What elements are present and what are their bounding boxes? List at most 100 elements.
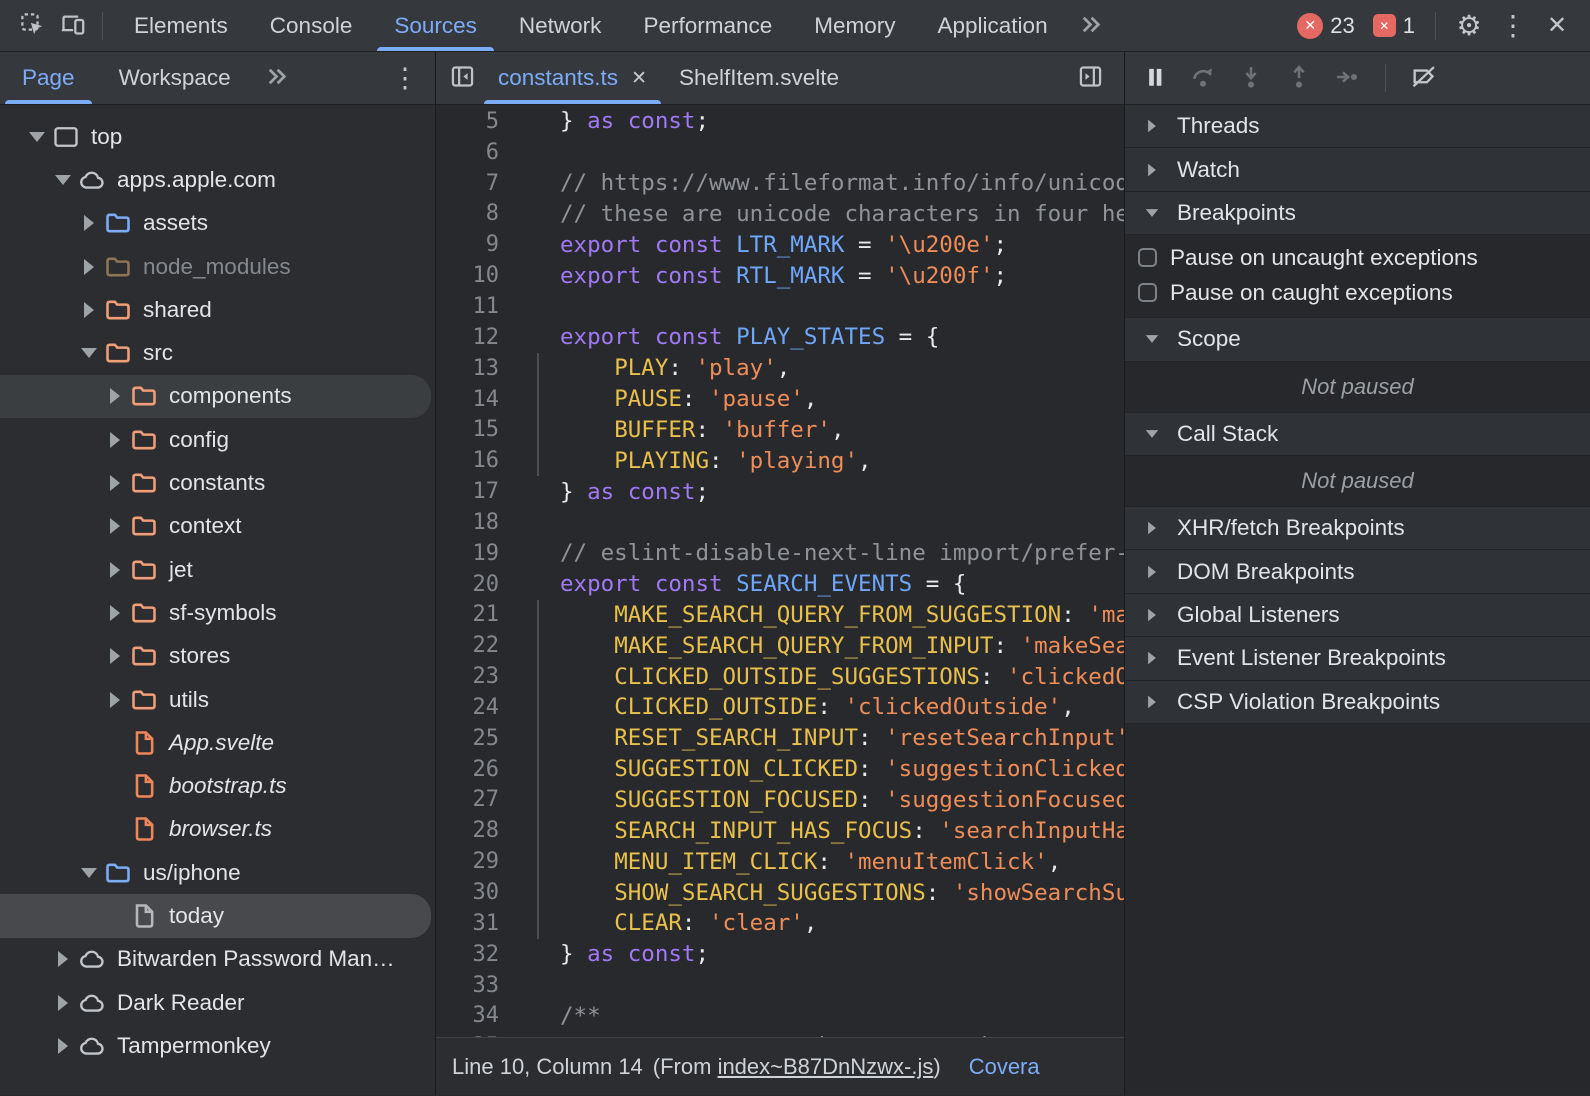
code-line-10[interactable]: 10export const RTL_MARK = '\u200f'; <box>436 260 1124 291</box>
tree-item-tampermonkey[interactable]: Tampermonkey <box>0 1024 431 1067</box>
tree-item-shared[interactable]: shared <box>0 288 431 331</box>
code-line-6[interactable]: 6 <box>436 137 1124 168</box>
line-number[interactable]: 5 <box>436 109 514 134</box>
line-number[interactable]: 13 <box>436 356 514 381</box>
disclosure-triangle[interactable] <box>76 254 102 280</box>
disclosure-triangle[interactable] <box>76 860 102 886</box>
disclosure-triangle[interactable] <box>102 600 128 626</box>
debugger-section-csp-violation-breakpoints[interactable]: CSP Violation Breakpoints <box>1125 681 1590 724</box>
debugger-section-watch[interactable]: Watch <box>1125 148 1590 191</box>
editor-tab-constants-ts[interactable]: constants.ts✕ <box>482 52 663 104</box>
panel-tab-sources[interactable]: Sources <box>373 0 498 51</box>
more-navigator-tabs-button[interactable] <box>257 58 297 98</box>
disclosure-triangle[interactable] <box>102 383 128 409</box>
disclosure-triangle[interactable] <box>50 946 76 972</box>
coverage-link[interactable]: Covera <box>969 1054 1040 1080</box>
disclosure-triangle[interactable] <box>1142 648 1162 668</box>
disclosure-triangle[interactable] <box>1142 329 1162 349</box>
disclosure-triangle[interactable] <box>102 687 128 713</box>
panel-tab-performance[interactable]: Performance <box>622 0 793 51</box>
code-line-7[interactable]: 7// https://www.fileformat.info/info/uni… <box>436 168 1124 199</box>
step-over-button[interactable] <box>1183 58 1223 98</box>
source-map-link[interactable]: index~B87DnNzwx-.js <box>718 1054 934 1079</box>
code-line-5[interactable]: 5} as const; <box>436 106 1124 137</box>
line-number[interactable]: 16 <box>436 448 514 473</box>
close-devtools-button[interactable]: ✕ <box>1536 6 1578 46</box>
debugger-section-call-stack[interactable]: Call Stack <box>1125 413 1590 456</box>
tree-item-context[interactable]: context <box>0 505 431 548</box>
code-line-25[interactable]: 25 RESET_SEARCH_INPUT: 'resetSearchInput… <box>436 723 1124 754</box>
disclosure-triangle[interactable] <box>50 1033 76 1059</box>
line-number[interactable]: 17 <box>436 479 514 504</box>
line-number[interactable]: 27 <box>436 787 514 812</box>
disclosure-triangle[interactable] <box>1142 424 1162 444</box>
code-line-23[interactable]: 23 CLICKED_OUTSIDE_SUGGESTIONS: 'clicked… <box>436 661 1124 692</box>
tree-item-jet[interactable]: jet <box>0 548 431 591</box>
code-line-24[interactable]: 24 CLICKED_OUTSIDE: 'clickedOutside', <box>436 692 1124 723</box>
line-number[interactable]: 31 <box>436 911 514 936</box>
debugger-section-threads[interactable]: Threads <box>1125 105 1590 148</box>
code-line-26[interactable]: 26 SUGGESTION_CLICKED: 'suggestionClicke… <box>436 754 1124 785</box>
disclosure-triangle[interactable] <box>102 513 128 539</box>
tree-item-today[interactable]: today <box>0 894 431 937</box>
device-toolbar-button[interactable] <box>52 6 92 46</box>
tree-item-apps-apple-com[interactable]: apps.apple.com <box>0 158 431 201</box>
line-number[interactable]: 6 <box>436 140 514 165</box>
settings-button[interactable]: ⚙ <box>1448 6 1490 46</box>
line-number[interactable]: 15 <box>436 417 514 442</box>
close-tab-icon[interactable]: ✕ <box>631 67 647 90</box>
line-number[interactable]: 32 <box>436 942 514 967</box>
disclosure-triangle[interactable] <box>76 210 102 236</box>
debugger-section-global-listeners[interactable]: Global Listeners <box>1125 594 1590 637</box>
deactivate-breakpoints-button[interactable] <box>1404 58 1444 98</box>
debugger-section-dom-breakpoints[interactable]: DOM Breakpoints <box>1125 550 1590 593</box>
disclosure-triangle[interactable] <box>50 990 76 1016</box>
code-line-9[interactable]: 9export const LTR_MARK = '\u200e'; <box>436 229 1124 260</box>
code-line-31[interactable]: 31 CLEAR: 'clear', <box>436 908 1124 939</box>
tree-item-dark-reader[interactable]: Dark Reader <box>0 981 431 1024</box>
line-number[interactable]: 24 <box>436 695 514 720</box>
line-number[interactable]: 33 <box>436 973 514 998</box>
tree-item-sf-symbols[interactable]: sf-symbols <box>0 591 431 634</box>
line-number[interactable]: 30 <box>436 880 514 905</box>
disclosure-triangle[interactable] <box>50 167 76 193</box>
navigator-tab-page[interactable]: Page <box>0 52 97 104</box>
panel-tab-application[interactable]: Application <box>917 0 1069 51</box>
disclosure-triangle[interactable] <box>76 340 102 366</box>
debugger-section-xhr-fetch-breakpoints[interactable]: XHR/fetch Breakpoints <box>1125 507 1590 550</box>
disclosure-triangle[interactable] <box>76 297 102 323</box>
line-number[interactable]: 18 <box>436 510 514 535</box>
tree-item-constants[interactable]: constants <box>0 461 431 504</box>
panel-tab-memory[interactable]: Memory <box>793 0 916 51</box>
disclosure-triangle[interactable] <box>1142 561 1162 581</box>
step-into-button[interactable] <box>1231 58 1271 98</box>
line-number[interactable]: 29 <box>436 849 514 874</box>
tree-item-config[interactable]: config <box>0 418 431 461</box>
line-number[interactable]: 21 <box>436 602 514 627</box>
code-line-22[interactable]: 22 MAKE_SEARCH_QUERY_FROM_INPUT: 'makeSe… <box>436 630 1124 661</box>
checkbox-row-pause-on-caught-exceptions[interactable]: Pause on caught exceptions <box>1125 275 1590 310</box>
tree-item-app-svelte[interactable]: App.svelte <box>0 721 431 764</box>
tree-item-assets[interactable]: assets <box>0 202 431 245</box>
disclosure-triangle[interactable] <box>1142 692 1162 712</box>
checkbox-unchecked[interactable] <box>1138 283 1157 302</box>
disclosure-triangle[interactable] <box>102 643 128 669</box>
panel-tab-console[interactable]: Console <box>249 0 374 51</box>
code-line-18[interactable]: 18 <box>436 507 1124 538</box>
debugger-section-event-listener-breakpoints[interactable]: Event Listener Breakpoints <box>1125 637 1590 680</box>
code-line-19[interactable]: 19// eslint-disable-next-line import/pre… <box>436 538 1124 569</box>
disclosure-triangle[interactable] <box>102 470 128 496</box>
debugger-section-scope[interactable]: Scope <box>1125 318 1590 361</box>
step-button[interactable] <box>1327 58 1367 98</box>
code-line-21[interactable]: 21 MAKE_SEARCH_QUERY_FROM_SUGGESTION: 'm… <box>436 600 1124 631</box>
panel-tab-network[interactable]: Network <box>498 0 623 51</box>
code-line-32[interactable]: 32} as const; <box>436 939 1124 970</box>
line-number[interactable]: 8 <box>436 201 514 226</box>
tree-item-node-modules[interactable]: node_modules <box>0 245 431 288</box>
tree-item-bitwarden-password-man[interactable]: Bitwarden Password Man… <box>0 938 431 981</box>
code-line-13[interactable]: 13 PLAY: 'play', <box>436 353 1124 384</box>
code-line-34[interactable]: 34/** <box>436 1000 1124 1031</box>
tree-item-top[interactable]: top <box>0 115 431 158</box>
pause-script-button[interactable] <box>1135 58 1175 98</box>
editor-tab-shelfitem-svelte[interactable]: ShelfItem.svelte <box>663 52 855 104</box>
